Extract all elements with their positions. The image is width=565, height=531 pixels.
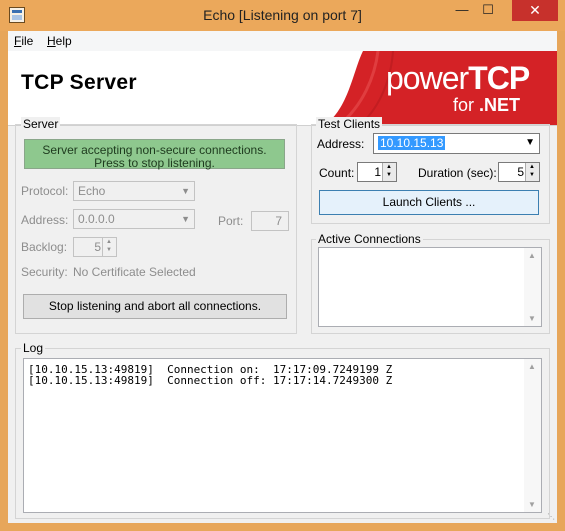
- scroll-up-icon[interactable]: ▲: [528, 362, 536, 371]
- security-value: No Certificate Selected: [73, 265, 196, 279]
- scroll-up-icon[interactable]: ▲: [528, 251, 536, 260]
- logo-power-text: power: [386, 60, 469, 96]
- protocol-value: Echo: [78, 184, 106, 198]
- chevron-down-icon: ▼: [181, 214, 190, 224]
- count-label: Count:: [319, 166, 355, 180]
- server-address-value: 0.0.0.0: [78, 212, 115, 226]
- scroll-down-icon[interactable]: ▼: [528, 500, 536, 509]
- backlog-label: Backlog:: [21, 240, 68, 254]
- log-line: [10.10.15.13:49819] Connection off: 17:1…: [28, 374, 393, 387]
- menu-help-label: elp: [55, 34, 72, 48]
- active-connections-group-label: Active Connections: [316, 232, 423, 246]
- close-button[interactable]: ✕: [512, 0, 558, 21]
- scroll-down-icon[interactable]: ▼: [528, 314, 536, 323]
- spin-buttons[interactable]: ▲ ▼: [102, 238, 116, 256]
- log-group-label: Log: [21, 341, 46, 355]
- active-connections-list[interactable]: ▲ ▼: [318, 247, 542, 327]
- menu-file-label: ile: [21, 34, 34, 48]
- resize-grip-icon[interactable]: ⋱: [547, 512, 555, 521]
- client-address-select[interactable]: 10.10.15.13 ▼: [373, 133, 540, 154]
- duration-value: 5: [517, 165, 524, 179]
- count-value: 1: [374, 165, 381, 179]
- client-address-value: 10.10.15.13: [378, 136, 446, 150]
- port-field[interactable]: 7: [251, 211, 289, 231]
- brand-logo-sub: for .NET: [453, 95, 520, 116]
- logo-net-text: .NET: [479, 95, 521, 115]
- page-title: TCP Server: [21, 71, 137, 94]
- spin-buttons[interactable]: ▲ ▼: [525, 163, 539, 181]
- spin-down-icon[interactable]: ▼: [106, 247, 112, 253]
- menu-bar: File Help: [8, 31, 557, 51]
- server-group-label: Server: [21, 117, 61, 131]
- title-bar: Echo [Listening on port 7] — ☐ ✕: [0, 0, 565, 31]
- chevron-down-icon: ▼: [181, 186, 190, 196]
- launch-clients-button[interactable]: Launch Clients ...: [319, 190, 539, 215]
- menu-help-accel: H: [47, 34, 56, 48]
- spin-up-icon[interactable]: ▲: [386, 164, 392, 170]
- port-label: Port:: [218, 214, 244, 228]
- header-banner: TCP Server powerTCP for .NET: [8, 51, 557, 126]
- menu-file[interactable]: File: [14, 34, 33, 48]
- logo-tcp-text: TCP: [468, 60, 530, 96]
- menu-help[interactable]: Help: [47, 34, 72, 48]
- spin-down-icon[interactable]: ▼: [386, 172, 392, 178]
- backlog-stepper[interactable]: 5 ▲ ▼: [73, 237, 117, 257]
- stop-listening-button[interactable]: Stop listening and abort all connections…: [23, 294, 287, 319]
- address-label: Address:: [21, 213, 69, 227]
- spin-up-icon[interactable]: ▲: [106, 239, 112, 245]
- count-stepper[interactable]: 1 ▲ ▼: [357, 162, 397, 182]
- scrollbar[interactable]: ▲ ▼: [524, 248, 541, 326]
- spin-up-icon[interactable]: ▲: [529, 164, 535, 170]
- test-clients-group-label: Test Clients: [316, 117, 383, 131]
- security-label: Security:: [21, 265, 68, 279]
- maximize-button[interactable]: ☐: [475, 0, 501, 21]
- protocol-select[interactable]: Echo ▼: [73, 181, 195, 201]
- scrollbar[interactable]: ▲ ▼: [524, 359, 541, 512]
- client-area: File Help TCP Server powerTCP for .NET S…: [8, 31, 557, 523]
- client-address-label: Address:: [317, 137, 365, 151]
- status-line-2: Press to stop listening.: [94, 156, 215, 170]
- logo-for-text: for: [453, 95, 480, 115]
- duration-label: Duration (sec):: [418, 166, 497, 180]
- protocol-label: Protocol:: [21, 184, 69, 198]
- backlog-value: 5: [94, 240, 101, 254]
- chevron-down-icon: ▼: [525, 137, 535, 148]
- spin-down-icon[interactable]: ▼: [529, 172, 535, 178]
- toggle-listening-button[interactable]: Server accepting non-secure connections.…: [24, 139, 285, 170]
- spin-buttons[interactable]: ▲ ▼: [382, 163, 396, 181]
- log-list[interactable]: [10.10.15.13:49819] Connection on: 17:17…: [23, 358, 542, 513]
- minimize-button[interactable]: —: [449, 0, 475, 21]
- brand-logo: powerTCP: [386, 60, 530, 97]
- duration-stepper[interactable]: 5 ▲ ▼: [498, 162, 540, 182]
- server-address-select[interactable]: 0.0.0.0 ▼: [73, 209, 195, 229]
